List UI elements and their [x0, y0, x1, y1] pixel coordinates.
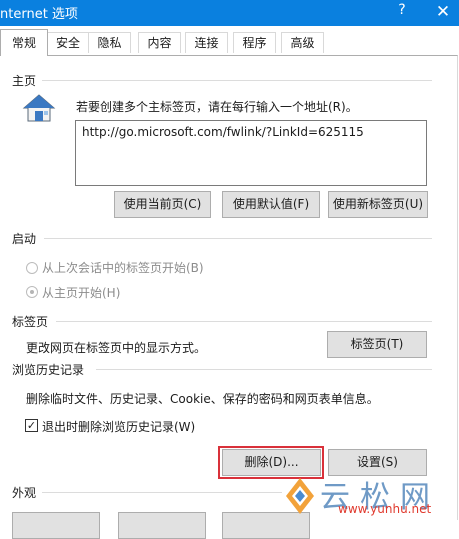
window-title: nternet 选项 [0, 7, 78, 22]
tabs-section-title: 标签页 [12, 315, 49, 329]
radio-home-page[interactable] [26, 286, 38, 298]
homepage-separator [42, 80, 432, 81]
delete-on-exit-checkbox[interactable]: ✓ [25, 419, 38, 432]
tabs-settings-button[interactable]: 标签页(T) [327, 331, 427, 358]
tab-programs[interactable]: 程序 [233, 32, 276, 53]
tabs-separator [56, 321, 432, 322]
tab-security[interactable]: 安全 [47, 32, 89, 53]
history-description: 删除临时文件、历史记录、Cookie、保存的密码和网页表单信息。 [26, 392, 379, 406]
tab-content[interactable]: 内容 [138, 32, 181, 53]
history-section-title: 浏览历史记录 [12, 363, 85, 377]
use-current-button[interactable]: 使用当前页(C) [114, 191, 211, 218]
startup-separator [44, 238, 432, 239]
house-icon [22, 94, 56, 122]
delete-on-exit-label: 退出时删除浏览历史记录(W) [42, 420, 196, 434]
homepage-section-title: 主页 [12, 74, 37, 88]
tab-privacy[interactable]: 隐私 [88, 32, 131, 53]
appearance-button-2[interactable] [118, 512, 206, 539]
appearance-button-1[interactable] [12, 512, 100, 539]
homepage-description: 若要创建多个主标签页，请在每行输入一个地址(R)。 [76, 100, 358, 114]
watermark-url: www.yunhu.net [338, 502, 432, 516]
appearance-separator [42, 492, 282, 493]
history-separator [96, 369, 432, 370]
appearance-section-title: 外观 [12, 486, 37, 500]
homepage-url-input[interactable]: http://go.microsoft.com/fwlink/?LinkId=6… [75, 120, 427, 186]
radio-selected-dot [30, 290, 34, 294]
radio-last-session-label: 从上次会话中的标签页开始(B) [42, 261, 204, 275]
tab-strip: 常规 安全 隐私 内容 连接 程序 高级 [0, 26, 459, 56]
tabs-description: 更改网页在标签页中的显示方式。 [26, 341, 207, 355]
tab-general[interactable]: 常规 [0, 29, 48, 56]
startup-section-title: 启动 [12, 232, 37, 246]
title-bar: nternet 选项 ? ✕ [0, 0, 459, 26]
radio-home-page-label: 从主页开始(H) [42, 286, 121, 300]
tab-connections[interactable]: 连接 [185, 32, 228, 53]
use-new-tab-button[interactable]: 使用新标签页(U) [328, 191, 428, 218]
use-default-button[interactable]: 使用默认值(F) [222, 191, 320, 218]
watermark-logo-icon [286, 478, 314, 514]
radio-last-session[interactable] [26, 262, 38, 274]
close-button[interactable]: ✕ [427, 0, 459, 26]
help-button[interactable]: ? [392, 2, 412, 18]
tab-advanced[interactable]: 高级 [281, 32, 324, 53]
watermark: 云松网 www.yunhu.net [282, 472, 459, 520]
